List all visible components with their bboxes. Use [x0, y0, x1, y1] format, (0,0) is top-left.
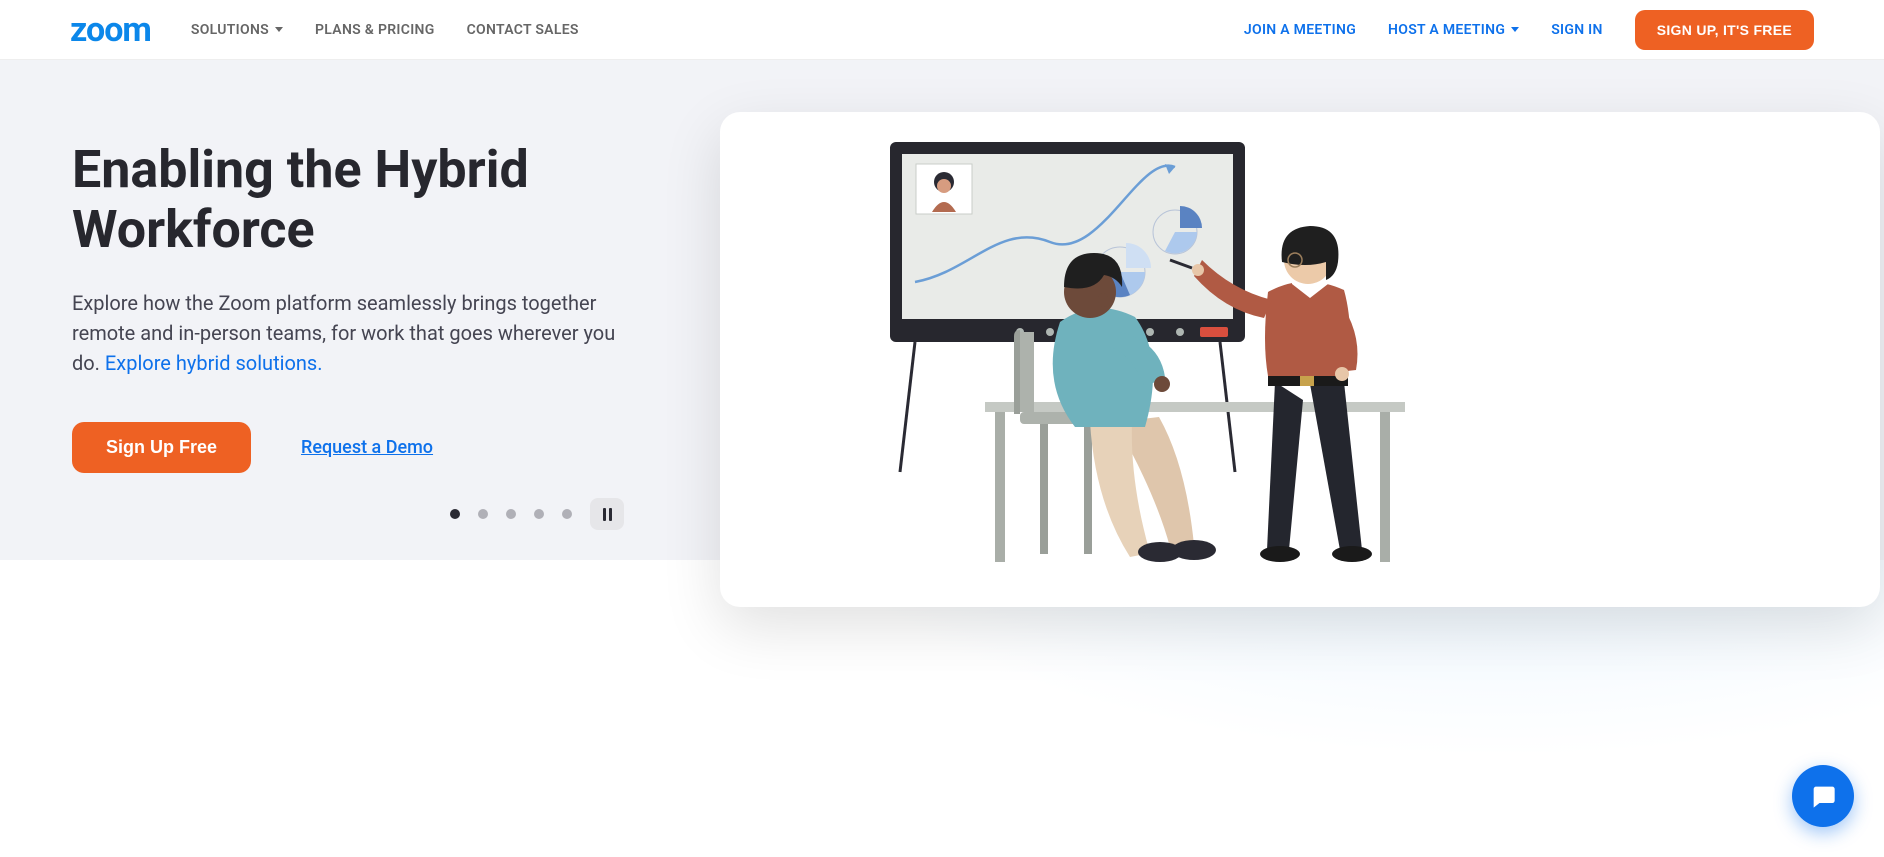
- chevron-down-icon: [1511, 27, 1519, 32]
- hero-cta-row: Sign Up Free Request a Demo: [72, 422, 700, 473]
- chevron-down-icon: [275, 27, 283, 32]
- carousel-dot-1[interactable]: [450, 509, 460, 519]
- carousel-dot-4[interactable]: [534, 509, 544, 519]
- carousel-dot-3[interactable]: [506, 509, 516, 519]
- chat-icon: [1809, 782, 1837, 810]
- carousel-dot-5[interactable]: [562, 509, 572, 519]
- nav-host-meeting[interactable]: HOST A MEETING: [1388, 22, 1519, 38]
- signup-free-button[interactable]: Sign Up Free: [72, 422, 251, 473]
- carousel-indicators: [450, 498, 624, 530]
- nav-left: SOLUTIONS PLANS & PRICING CONTACT SALES: [191, 22, 579, 38]
- nav-solutions-label: SOLUTIONS: [191, 22, 269, 38]
- request-demo-link[interactable]: Request a Demo: [301, 437, 433, 458]
- nav-solutions[interactable]: SOLUTIONS: [191, 22, 283, 38]
- hero-illustration: [720, 112, 1880, 607]
- nav-plans-pricing[interactable]: PLANS & PRICING: [315, 22, 435, 38]
- nav-sign-in[interactable]: SIGN IN: [1551, 22, 1603, 38]
- carousel-dot-2[interactable]: [478, 509, 488, 519]
- nav-host-meeting-label: HOST A MEETING: [1388, 22, 1505, 38]
- pause-icon: [603, 508, 606, 521]
- hero-description: Explore how the Zoom platform seamlessly…: [72, 288, 632, 378]
- chat-button[interactable]: [1792, 765, 1854, 827]
- zoom-logo[interactable]: zoom: [70, 10, 151, 50]
- signup-button[interactable]: SIGN UP, IT'S FREE: [1635, 10, 1814, 50]
- main-header: zoom SOLUTIONS PLANS & PRICING CONTACT S…: [0, 0, 1884, 60]
- nav-contact-sales[interactable]: CONTACT SALES: [467, 22, 579, 38]
- hero-title: Enabling the Hybrid Workforce: [72, 140, 700, 260]
- pause-icon: [609, 508, 612, 521]
- carousel-pause-button[interactable]: [590, 498, 624, 530]
- nav-right: JOIN A MEETING HOST A MEETING SIGN IN SI…: [1244, 10, 1814, 50]
- hero-explore-link[interactable]: Explore hybrid solutions.: [105, 351, 323, 375]
- hero-text-area: Enabling the Hybrid Workforce Explore ho…: [0, 60, 720, 560]
- nav-join-meeting[interactable]: JOIN A MEETING: [1244, 22, 1356, 38]
